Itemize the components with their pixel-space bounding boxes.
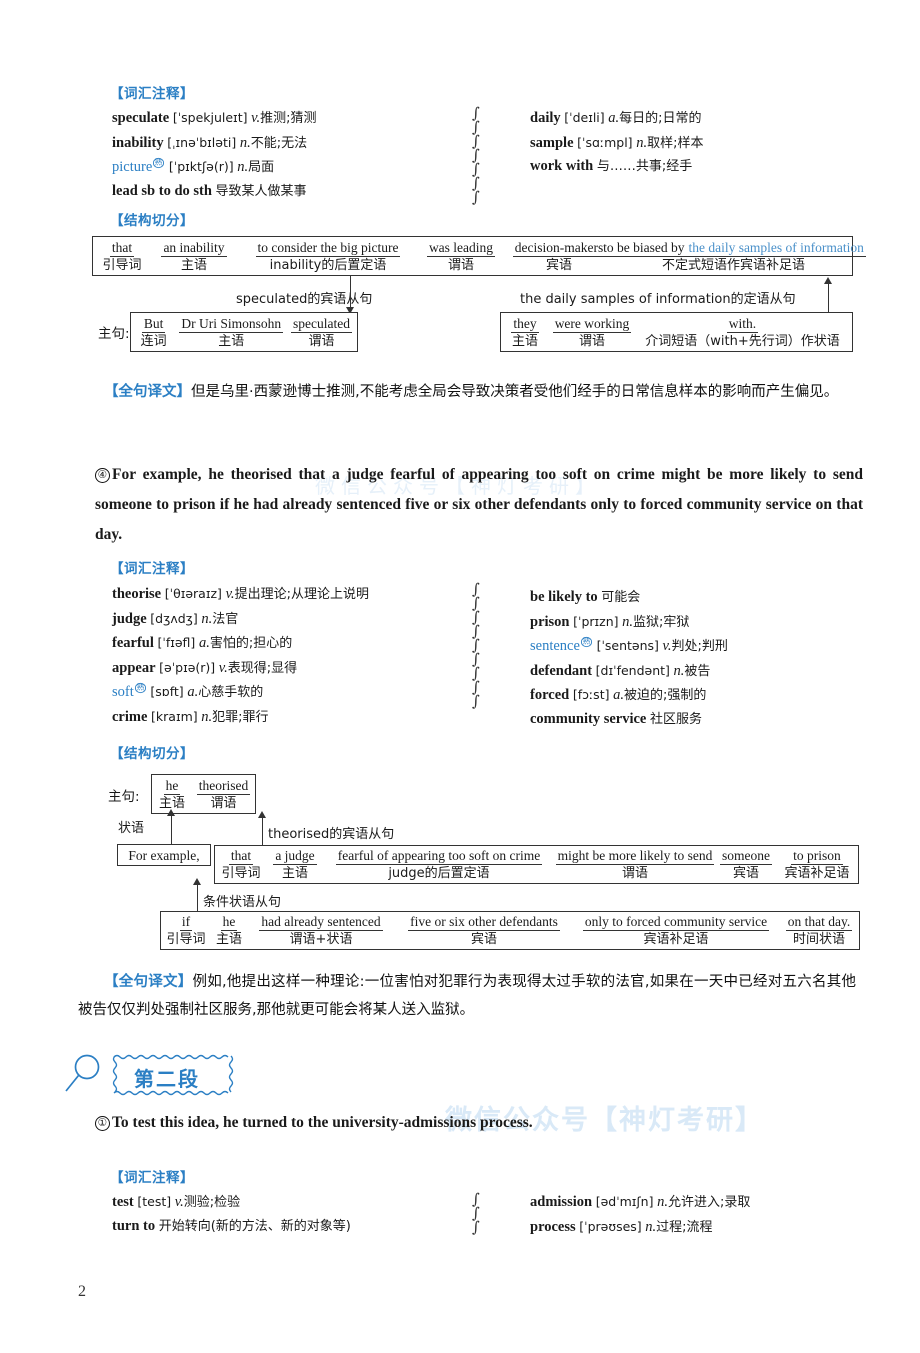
connector-line — [197, 884, 198, 912]
note-object-clause-1: speculated的宾语从句 — [236, 292, 373, 307]
vocab-item: daily [ˈdeɪli] a.每日的;日常的 — [530, 110, 702, 126]
paragraph-number-badge: ④ — [95, 468, 110, 483]
vocab-item: soft 熟 [sɒft] a.心慈手软的 — [112, 683, 264, 700]
arrow-up-icon — [824, 277, 832, 284]
note-condition-clause: 条件状语从句 — [203, 895, 282, 910]
squiggle-divider-1: ∫ ∫ ∫ ∫ ∫ ∫ ∫ — [472, 104, 480, 206]
english-paragraph-1: ① To test this idea, he turned to the uni… — [95, 1108, 863, 1138]
vocab-item: work with 与……共事;经手 — [530, 158, 693, 174]
magnifier-icon — [62, 1053, 110, 1102]
vocab-item: defendant [dɪˈfendənt] n.被告 — [530, 662, 711, 679]
vocab-item: theorise [ˈθɪəraɪz] v.提出理论;从理论上说明 — [112, 586, 369, 602]
connector-line — [828, 284, 829, 312]
structure-box-object-clause-1: that 引导词 an inability 主语 to consider the b… — [92, 236, 866, 276]
structure-box-adverbial: For example, — [117, 844, 211, 866]
arrow-up-icon — [193, 878, 201, 885]
vocab-list-1-left: speculate [ˈspekjuleɪt] v.推测;猜测 inabilit… — [112, 106, 317, 203]
document-page: 微信公众号【神灯考研】 【词汇注释】 speculate [ˈspekjuleɪ… — [0, 0, 920, 1353]
adverbial-label: 状语 — [118, 821, 145, 836]
vocab-item: be likely to 可能会 — [530, 589, 641, 605]
vocab-item: test [test] v.测验;检验 — [112, 1194, 241, 1210]
vocab-item: sample [ˈsɑːmpl] n.取样;样本 — [530, 134, 704, 151]
vocab-list-1-right: daily [ˈdeɪli] a.每日的;日常的 sample [ˈsɑːmpl… — [530, 106, 703, 179]
paragraph-marker-badge: 第二段 — [112, 1054, 234, 1096]
vocab-item: prison [ˈprɪzn] n.监狱;牢狱 — [530, 613, 690, 630]
note-relative-clause-1: the daily samples of information的定语从句 — [520, 292, 796, 307]
main-clause-label-2: 主句: — [108, 789, 140, 805]
vocab-item: forced [fɔːst] a.被迫的;强制的 — [530, 687, 707, 703]
structure-heading-1: 【结构切分】 — [110, 213, 194, 229]
connector-line — [171, 815, 172, 845]
structure-box-object-clause-2: that 引导词 a judge 主语 fearful of appearing t… — [214, 845, 859, 884]
vocab-list-3-left: test [test] v.测验;检验 turn to 开始转向(新的方法、新的… — [112, 1190, 351, 1238]
familiar-word-badge-icon: 熟 — [134, 683, 146, 694]
vocab-heading-1: 【词汇注释】 — [110, 86, 194, 102]
vocab-item: inability [ˌɪnəˈbɪləti] n.不能;无法 — [112, 134, 308, 151]
vocab-item: fearful [ˈfɪəfl] a.害怕的;担心的 — [112, 635, 293, 651]
english-paragraph-4: ④ For example, he theorised that a judge … — [95, 466, 863, 543]
vocab-item: admission [ədˈmɪʃn] n.允许进入;录取 — [530, 1194, 751, 1210]
connector-line — [262, 818, 263, 846]
vocab-item: process [ˈprəʊses] n.过程;流程 — [530, 1218, 713, 1235]
vocab-item: community service 社区服务 — [530, 710, 703, 727]
familiar-word-badge-icon: 熟 — [153, 158, 165, 169]
vocab-list-2-left: theorise [ˈθɪəraɪz] v.提出理论;从理论上说明 judge … — [112, 582, 369, 729]
structure-box-main-clause-1: But 连词 Dr Uri Simonsohn 主语 speculated 谓语 — [130, 312, 358, 352]
vocab-item: judge [dʒʌdʒ] n.法官 — [112, 610, 239, 627]
structure-heading-2: 【结构切分】 — [110, 746, 194, 762]
vocab-item: picture 熟 [ˈpɪktʃə(r)] n.局面 — [112, 158, 275, 175]
vocab-item: speculate [ˈspekjuleɪt] v.推测;猜测 — [112, 110, 317, 126]
structure-box-main-clause-2: he 主语 theorised 谓语 — [151, 774, 256, 814]
arrow-up-icon — [167, 809, 175, 816]
page-number: 2 — [78, 1283, 86, 1300]
note-object-clause-2: theorised的宾语从句 — [268, 827, 395, 842]
squiggle-divider-2: ∫ ∫ ∫ ∫ ∫ ∫ ∫ ∫ ∫ — [472, 580, 480, 710]
structure-box-condition-clause: if 引导词 he 主语 had already sentenced 谓语+状语 fi… — [160, 911, 860, 950]
vocab-heading-3: 【词汇注释】 — [110, 1170, 194, 1186]
structure-box-relative-clause-1: they 主语 were working 谓语 with. 介词短语（with+先行词… — [500, 312, 853, 352]
connector-line — [350, 276, 351, 310]
familiar-word-badge-icon: 熟 — [580, 637, 592, 648]
translation-block-2: 【全句译文】例如,他提出这样一种理论:一位害怕对犯罪行为表现得太过手软的法官,如… — [78, 974, 857, 1018]
vocab-item: turn to 开始转向(新的方法、新的对象等) — [112, 1217, 351, 1234]
vocab-item: sentence 熟 [ˈsentəns] v.判处;判刑 — [530, 637, 728, 654]
vocab-heading-2: 【词汇注释】 — [110, 561, 194, 577]
translation-block-1: 【全句译文】但是乌里·西蒙逊博士推测,不能考虑全局会导致决策者受他们经手的日常信… — [104, 384, 839, 400]
paragraph-marker-label: 第二段 — [134, 1067, 200, 1091]
main-clause-label-1: 主句: — [98, 326, 130, 342]
vocab-list-2-right: be likely to 可能会 prison [ˈprɪzn] n.监狱;牢狱… — [530, 586, 728, 731]
vocab-item: appear [əˈpɪə(r)] v.表现得;显得 — [112, 659, 298, 676]
arrow-up-icon — [258, 811, 266, 818]
squiggle-divider-3: ∫ ∫ ∫ — [472, 1190, 480, 1236]
vocab-item: crime [kraɪm] n.犯罪;罪行 — [112, 708, 269, 725]
vocab-list-3-right: admission [ədˈmɪʃn] n.允许进入;录取 process [ˈ… — [530, 1190, 750, 1239]
paragraph-number-badge: ① — [95, 1116, 110, 1131]
vocab-item: lead sb to do sth 导致某人做某事 — [112, 182, 307, 199]
